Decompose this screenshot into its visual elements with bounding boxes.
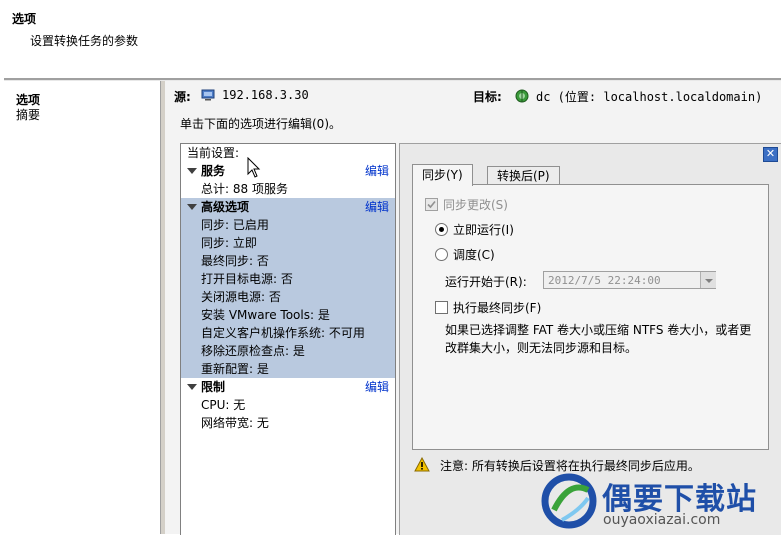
start-at-label: 运行开始于(R): xyxy=(445,275,527,289)
left-nav xyxy=(4,81,160,534)
warning-icon xyxy=(414,456,430,475)
tree-item: 自定义客户机操作系统: 不可用 xyxy=(201,326,365,340)
collapse-triangle-icon[interactable] xyxy=(187,204,197,210)
mouse-cursor-icon xyxy=(247,157,261,178)
schedule-label: 调度(C) xyxy=(453,248,495,262)
tree-row: 最终同步: 否 xyxy=(181,252,395,270)
source-value: 192.168.3.30 xyxy=(222,88,309,102)
tree-item: 重新配置: 是 xyxy=(201,362,269,376)
final-sync-checkbox[interactable] xyxy=(435,301,448,314)
page-title: 选项 xyxy=(12,12,37,26)
tree-item: 最终同步: 否 xyxy=(201,254,269,268)
server-icon xyxy=(201,89,215,101)
tree-item: 总计: 88 项服务 xyxy=(201,182,288,196)
tree-item: 打开目标电源: 否 xyxy=(201,272,293,286)
section-title: 限制 xyxy=(201,380,226,394)
sync-description: 如果已选择调整 FAT 卷大小或压缩 NTFS 卷大小，或者更改群集大小，则无法… xyxy=(445,323,752,355)
source-label: 源: xyxy=(174,90,191,104)
close-panel-button[interactable]: ✕ xyxy=(763,147,778,162)
target-label: 目标: xyxy=(473,90,502,104)
tree-row: 移除还原检查点: 是 xyxy=(181,342,395,360)
tree-item: 同步: 已启用 xyxy=(201,218,269,232)
page-subtitle: 设置转换任务的参数 xyxy=(30,34,139,48)
tree-row: 安装 VMware Tools: 是 xyxy=(181,306,395,324)
tree-row: 当前设置: xyxy=(181,144,395,162)
run-now-label: 立即运行(I) xyxy=(453,223,514,237)
tree-row: 关闭源电源: 否 xyxy=(181,288,395,306)
tab-sync[interactable]: 同步(Y) xyxy=(412,164,473,186)
tree-row: 重新配置: 是 xyxy=(181,360,395,378)
edit-limits-link[interactable]: 编辑 xyxy=(365,378,389,396)
tree-row: 网络带宽: 无 xyxy=(181,414,395,432)
instruction-text: 单击下面的选项进行编辑(0)。 xyxy=(180,117,341,131)
final-sync-label: 执行最终同步(F) xyxy=(453,301,542,315)
section-title: 服务 xyxy=(201,164,226,178)
tree-section-advanced[interactable]: 高级选项 编辑 xyxy=(181,198,395,216)
current-settings-label: 当前设置: xyxy=(187,146,240,160)
tree-row: 总计: 88 项服务 xyxy=(181,180,395,198)
tree-item: 关闭源电源: 否 xyxy=(201,290,281,304)
start-at-datetime-field[interactable]: 2012/7/5 22:24:00 xyxy=(543,271,716,289)
tree-item: 移除还原检查点: 是 xyxy=(201,344,305,358)
tree-item: 网络带宽: 无 xyxy=(201,416,269,430)
edit-advanced-link[interactable]: 编辑 xyxy=(365,198,389,216)
edit-services-link[interactable]: 编辑 xyxy=(365,162,389,180)
tree-item: 同步: 立即 xyxy=(201,236,257,250)
settings-tree: 当前设置: 服务 编辑 总计: 88 项服务 高级选项 编辑 同步: 已启用 同… xyxy=(180,143,396,535)
tree-section-services[interactable]: 服务 编辑 xyxy=(181,162,395,180)
tab-post-conversion[interactable]: 转换后(P) xyxy=(487,166,560,185)
vcenter-icon xyxy=(515,89,529,103)
section-title: 高级选项 xyxy=(201,200,250,214)
sync-changes-label: 同步更改(S) xyxy=(443,198,508,212)
logo-icon xyxy=(540,470,598,535)
sync-changes-checkbox[interactable] xyxy=(425,198,438,211)
tree-row: 自定义客户机操作系统: 不可用 xyxy=(181,324,395,342)
target-value: dc (位置: localhost.localdomain) xyxy=(536,90,763,104)
tree-row: 同步: 已启用 xyxy=(181,216,395,234)
tree-row: 同步: 立即 xyxy=(181,234,395,252)
tree-row: CPU: 无 xyxy=(181,396,395,414)
logo-url: ouyaoxiazai.com xyxy=(603,512,721,528)
collapse-triangle-icon[interactable] xyxy=(187,168,197,174)
schedule-radio[interactable] xyxy=(435,248,448,261)
tree-item: 安装 VMware Tools: 是 xyxy=(201,308,330,322)
run-now-radio[interactable] xyxy=(435,223,448,236)
nav-item-summary[interactable]: 摘要 xyxy=(16,106,40,123)
collapse-triangle-icon[interactable] xyxy=(187,384,197,390)
tree-item: CPU: 无 xyxy=(201,398,246,412)
tree-row: 打开目标电源: 否 xyxy=(181,270,395,288)
chevron-down-icon[interactable] xyxy=(700,272,716,288)
tree-section-limits[interactable]: 限制 编辑 xyxy=(181,378,395,396)
